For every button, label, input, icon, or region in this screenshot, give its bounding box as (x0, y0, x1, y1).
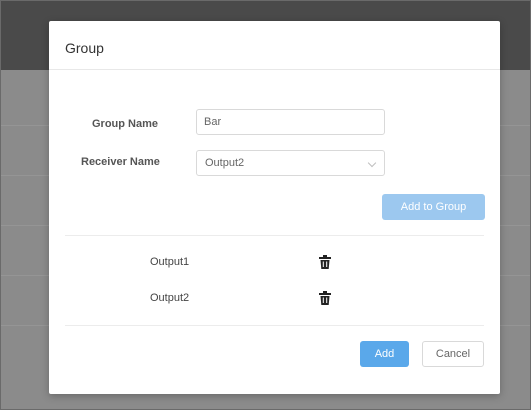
group-dialog: Group Group Name Receiver Name Output2 A… (49, 21, 500, 394)
member-name: Output1 (150, 256, 190, 268)
add-button[interactable]: Add (360, 341, 409, 367)
section-divider (65, 235, 484, 236)
chevron-down-icon (367, 158, 377, 168)
group-name-label: Group Name (92, 118, 159, 130)
trash-icon[interactable] (319, 291, 331, 305)
receiver-name-selected-value: Output2 (205, 157, 245, 169)
receiver-name-label: Receiver Name (81, 156, 160, 168)
dialog-header: Group (49, 21, 500, 70)
add-to-group-button[interactable]: Add to Group (382, 194, 485, 220)
receiver-name-select[interactable]: Output2 (196, 150, 385, 176)
group-name-input[interactable] (196, 109, 385, 135)
member-name: Output2 (150, 292, 190, 304)
trash-icon[interactable] (319, 255, 331, 269)
cancel-button[interactable]: Cancel (422, 341, 484, 367)
dialog-title: Group (65, 40, 104, 56)
footer-divider (65, 325, 484, 326)
